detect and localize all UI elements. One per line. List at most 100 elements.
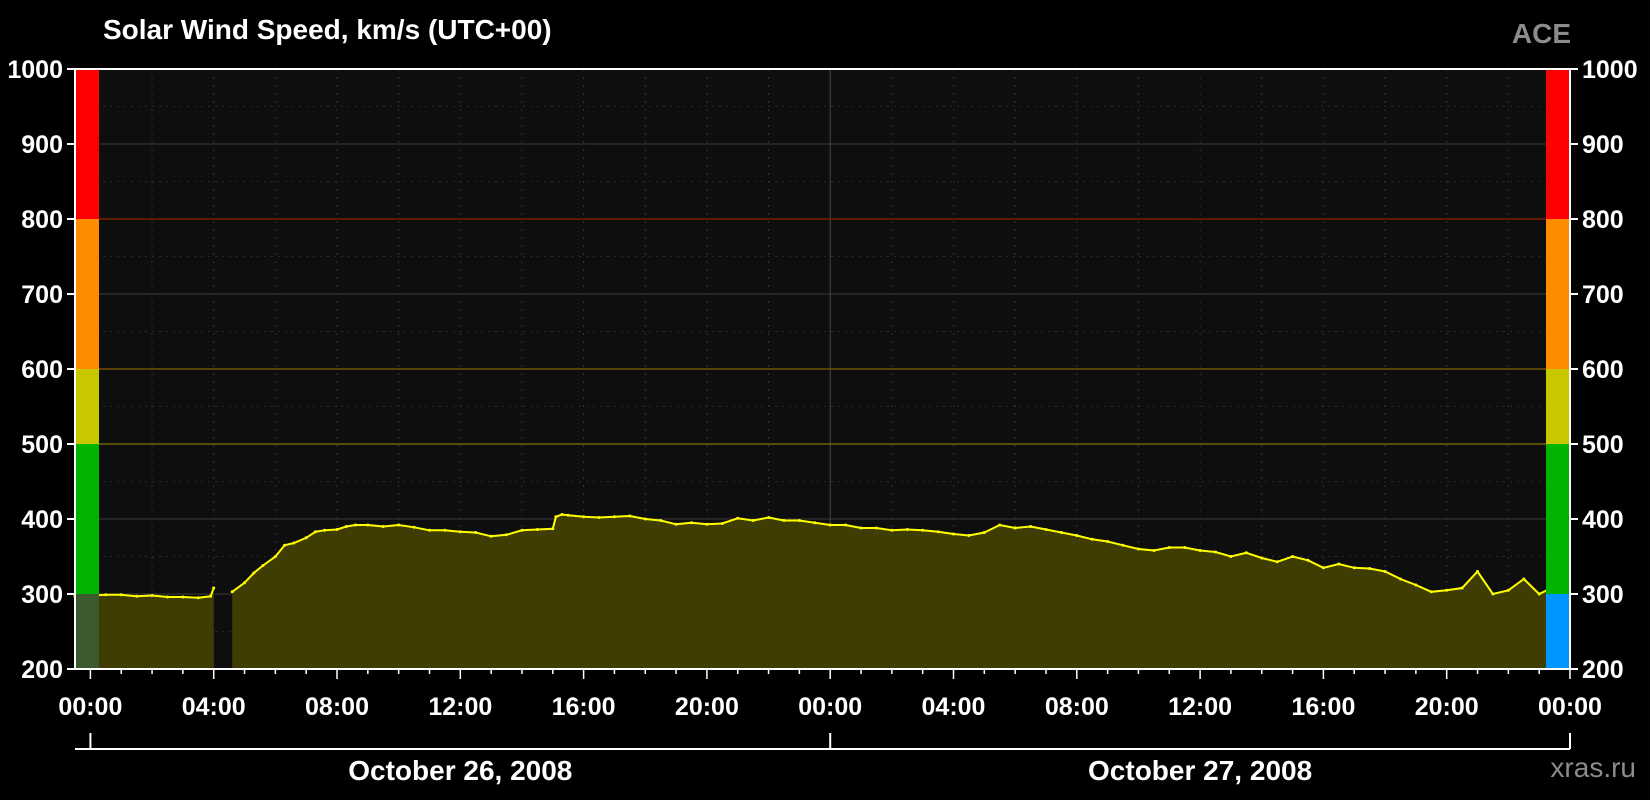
speed-data-point bbox=[1075, 534, 1079, 537]
speed-data-point bbox=[428, 528, 431, 532]
speed-data-point bbox=[1414, 583, 1418, 587]
y-tick-label: 800 bbox=[21, 206, 63, 234]
y-tick-label: 1000 bbox=[1582, 56, 1638, 84]
speed-scale-band bbox=[1546, 69, 1570, 219]
speed-data-point bbox=[252, 571, 256, 575]
speed-data-point bbox=[1106, 540, 1110, 543]
x-tick-label: 20:00 bbox=[1415, 693, 1479, 721]
y-tick-label: 400 bbox=[21, 506, 63, 534]
speed-data-point bbox=[1260, 556, 1264, 560]
speed-data-point bbox=[828, 523, 832, 527]
speed-data-point bbox=[313, 530, 317, 534]
speed-data-point bbox=[1059, 531, 1063, 534]
x-tick-label: 00:00 bbox=[1538, 693, 1602, 721]
speed-data-point bbox=[354, 523, 357, 527]
date-label: October 27, 2008 bbox=[1088, 755, 1312, 786]
speed-data-point bbox=[304, 536, 308, 540]
speed-data-point bbox=[720, 522, 724, 525]
y-tick-label: 1000 bbox=[7, 56, 63, 84]
speed-data-point bbox=[166, 595, 169, 599]
speed-data-point bbox=[1121, 543, 1125, 547]
speed-data-point bbox=[612, 515, 616, 519]
y-tick-label: 800 bbox=[1582, 206, 1624, 234]
speed-data-point bbox=[458, 530, 462, 534]
speed-data-point bbox=[243, 581, 246, 585]
speed-data-point bbox=[1090, 537, 1094, 541]
speed-data-point bbox=[1275, 560, 1279, 564]
speed-data-point bbox=[505, 533, 508, 537]
speed-data-point bbox=[560, 513, 564, 516]
speed-data-point bbox=[1337, 562, 1341, 566]
speed-data-point bbox=[705, 522, 709, 526]
speed-data-point bbox=[212, 586, 216, 590]
speed-data-point bbox=[936, 530, 940, 534]
speed-data-point bbox=[119, 593, 123, 597]
speed-data-point bbox=[1445, 588, 1449, 592]
speed-data-point bbox=[209, 594, 213, 598]
speed-data-point bbox=[412, 525, 416, 529]
speed-data-point bbox=[1137, 547, 1140, 551]
speed-data-point bbox=[1244, 551, 1248, 555]
x-tick-label: 00:00 bbox=[798, 693, 862, 721]
speed-data-point bbox=[1306, 558, 1310, 562]
speed-data-point bbox=[520, 528, 524, 532]
y-tick-label: 400 bbox=[1582, 506, 1624, 534]
y-tick-label: 900 bbox=[21, 131, 63, 159]
speed-scale-band bbox=[75, 69, 99, 219]
speed-data-point bbox=[674, 522, 678, 526]
speed-data-point bbox=[751, 519, 755, 522]
speed-data-point bbox=[1476, 570, 1479, 573]
speed-data-point bbox=[1506, 588, 1510, 592]
speed-data-point bbox=[582, 515, 586, 519]
y-tick-label: 700 bbox=[21, 281, 63, 309]
y-axis-right: 200 300 400 500 600 700 800 900 1000 bbox=[1570, 56, 1638, 684]
speed-data-point bbox=[1352, 566, 1356, 570]
speed-scale-left bbox=[75, 69, 99, 669]
x-tick-label: 04:00 bbox=[182, 693, 246, 721]
speed-data-point bbox=[1321, 566, 1325, 570]
speed-data-point bbox=[782, 519, 786, 522]
speed-data-point bbox=[797, 519, 801, 522]
speed-data-point bbox=[335, 528, 339, 531]
y-tick-label: 500 bbox=[21, 431, 63, 459]
speed-data-point bbox=[967, 534, 971, 537]
speed-data-point bbox=[535, 528, 539, 531]
speed-data-point bbox=[474, 531, 478, 534]
speed-data-point bbox=[1460, 586, 1464, 590]
y-tick-label: 700 bbox=[1582, 281, 1624, 309]
speed-scale-band bbox=[1546, 444, 1570, 594]
speed-data-point bbox=[628, 514, 632, 518]
speed-data-point bbox=[230, 590, 234, 594]
speed-data-point bbox=[1537, 592, 1541, 596]
speed-data-point bbox=[1383, 570, 1387, 573]
speed-data-point bbox=[323, 528, 327, 532]
x-tick-label: 04:00 bbox=[922, 693, 986, 721]
date-label: October 26, 2008 bbox=[348, 755, 572, 786]
speed-data-point bbox=[921, 528, 925, 532]
speed-data-point bbox=[1491, 592, 1495, 596]
speed-data-point bbox=[1291, 555, 1295, 558]
speed-data-point bbox=[1029, 525, 1033, 528]
x-tick-label: 08:00 bbox=[1045, 693, 1109, 721]
y-tick-label: 500 bbox=[1582, 431, 1624, 459]
speed-data-point bbox=[150, 594, 154, 597]
y-tick-label: 600 bbox=[1582, 356, 1624, 384]
x-tick-label: 20:00 bbox=[675, 693, 739, 721]
speed-data-point bbox=[1429, 590, 1433, 594]
speed-data-point bbox=[1167, 546, 1171, 549]
speed-data-point bbox=[489, 534, 493, 538]
speed-data-point bbox=[844, 523, 848, 527]
speed-data-point bbox=[998, 523, 1002, 527]
y-tick-label: 200 bbox=[1582, 656, 1624, 684]
speed-scale-band bbox=[1546, 594, 1570, 669]
speed-scale-fill-overlay bbox=[75, 594, 99, 669]
speed-data-point bbox=[813, 521, 817, 525]
speed-data-point bbox=[1183, 546, 1187, 549]
y-tick-label: 900 bbox=[1582, 131, 1624, 159]
speed-scale-right bbox=[1546, 69, 1570, 669]
date-axis: October 26, 2008 October 27, 2008 bbox=[75, 733, 1571, 786]
speed-data-point bbox=[1399, 577, 1402, 581]
speed-data-point bbox=[905, 528, 909, 531]
speed-scale-band bbox=[75, 219, 99, 369]
solar-wind-chart: 200 300 400 500 600 700 800 900 1000 200 300 400 50… bbox=[7, 56, 1638, 786]
